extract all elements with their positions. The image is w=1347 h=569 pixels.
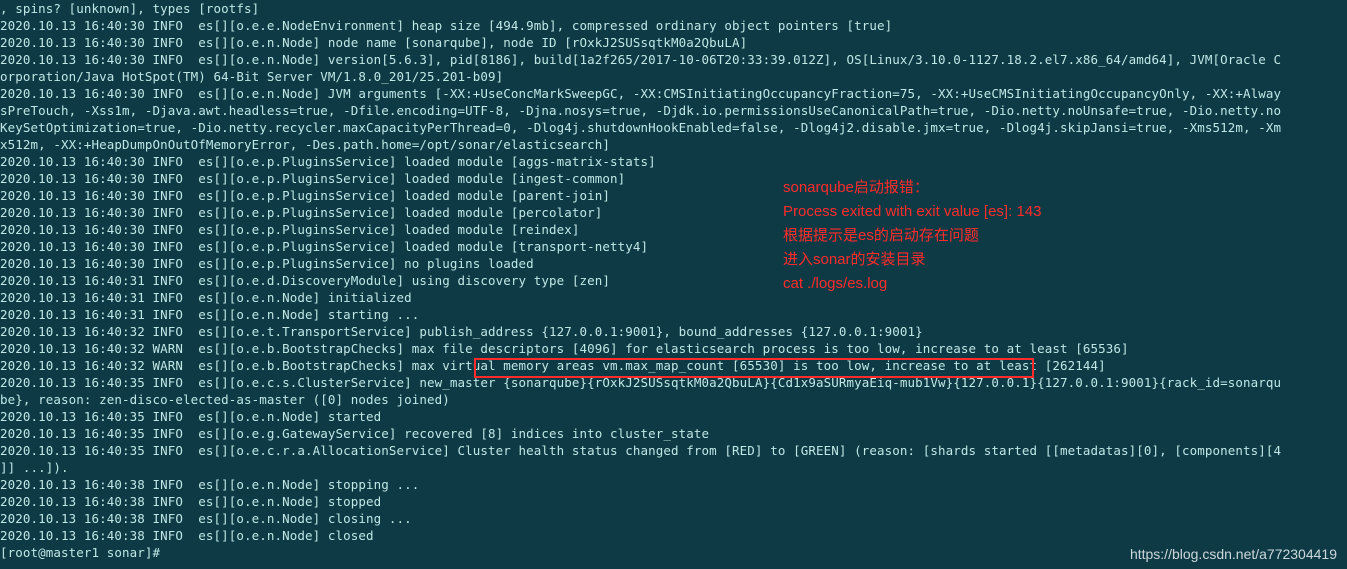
watermark-text: https://blog.csdn.net/a772304419 [1130,546,1337,563]
terminal-output: , spins? [unknown], types [rootfs] 2020.… [0,0,1347,561]
annotation-line-1: sonarqube启动报错： [783,176,1041,200]
annotation-line-5: cat ./logs/es.log [783,272,1041,296]
highlight-box [474,358,1034,378]
annotation-line-2: Process exited with exit value [es]: 143 [783,200,1041,224]
annotation-overlay: sonarqube启动报错： Process exited with exit … [783,176,1041,296]
annotation-line-4: 进入sonar的安装目录 [783,248,1041,272]
annotation-line-3: 根据提示是es的启动存在问题 [783,224,1041,248]
